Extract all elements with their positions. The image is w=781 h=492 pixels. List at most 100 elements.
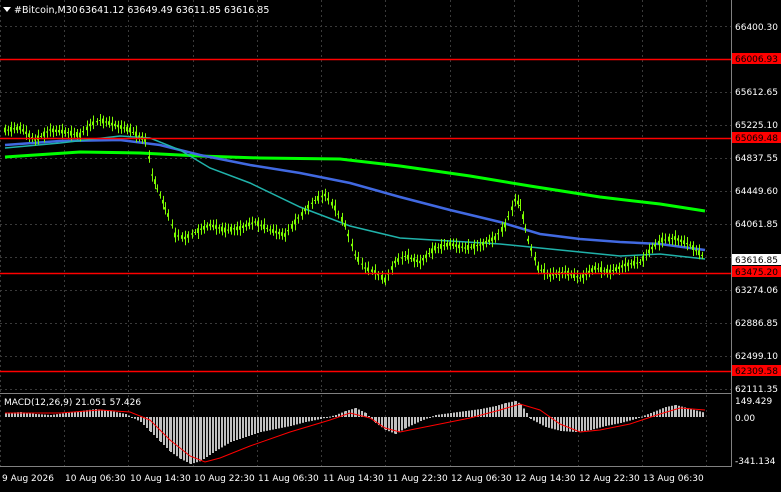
macd-bar: [578, 417, 580, 432]
candle: [651, 246, 653, 250]
candle: [467, 245, 469, 250]
macd-bar: [212, 417, 214, 453]
macd-tick: -341.134: [735, 457, 776, 467]
macd-bar: [523, 408, 525, 417]
macd-bar: [414, 417, 416, 424]
current-price-label: 63616.85: [735, 256, 778, 266]
candle: [114, 123, 116, 127]
macd-bar: [302, 417, 304, 423]
candle: [514, 198, 516, 202]
macd-bar: [545, 417, 547, 427]
macd-bar: [113, 411, 115, 417]
candle: [621, 265, 623, 268]
horizontal-levels[interactable]: [0, 58, 731, 373]
candle: [354, 254, 356, 256]
candle: [677, 238, 679, 241]
macd-bar: [702, 412, 704, 417]
triangle-down-icon[interactable]: [3, 7, 11, 12]
macd-bar: [453, 412, 455, 417]
candle: [381, 274, 383, 280]
candle: [695, 250, 697, 252]
candle: [304, 208, 306, 212]
macd-bar: [671, 405, 673, 417]
candle: [497, 233, 499, 235]
candle: [10, 126, 12, 132]
candle: [218, 227, 220, 229]
macd-bar: [260, 417, 262, 432]
candle: [187, 234, 189, 238]
macd-bar: [501, 404, 503, 417]
macd-bar: [263, 417, 265, 432]
macd-bar: [131, 417, 133, 418]
macd-bar: [5, 413, 7, 417]
candle: [517, 200, 519, 205]
macd-bar: [101, 409, 103, 417]
candle: [260, 225, 262, 227]
level-label: 62309.58: [735, 367, 778, 377]
time-label: 13 Aug 06:30: [643, 474, 704, 484]
candle: [301, 212, 303, 216]
price-chart[interactable]: #Bitcoin,M30 63641.12 63649.49 63611.85 …: [0, 0, 781, 489]
level-label: 65069.48: [735, 134, 778, 144]
macd-bar: [308, 417, 310, 422]
macd-bar: [160, 417, 162, 442]
candle: [297, 217, 299, 219]
macd-bar: [166, 417, 168, 448]
candle: [384, 277, 386, 283]
macd-bar: [602, 417, 604, 427]
price-tick: 62499.10: [735, 352, 778, 362]
time-label: 10 Aug 06:30: [65, 474, 126, 484]
candle: [4, 127, 6, 133]
macd-tick: 149.429: [735, 397, 772, 407]
macd-bar: [239, 417, 241, 439]
macd-bar: [420, 417, 422, 421]
macd-bar: [35, 414, 37, 417]
macd-bar: [641, 416, 643, 418]
candle: [491, 237, 493, 242]
candle: [43, 131, 45, 137]
candle: [275, 230, 277, 234]
macd-bar: [50, 415, 52, 417]
macd-bar: [218, 417, 220, 450]
macd-bar: [417, 417, 419, 423]
macd-bar: [459, 411, 461, 417]
macd-bar: [200, 417, 202, 461]
candle: [397, 258, 399, 262]
candle: [177, 235, 179, 237]
candle: [364, 267, 366, 269]
macd-bar: [186, 417, 188, 462]
candle: [159, 194, 161, 196]
chart-window[interactable]: #Bitcoin,M30 63641.12 63649.49 63611.85 …: [0, 0, 781, 489]
price-tick: 64449.60: [735, 187, 778, 197]
candle: [102, 118, 104, 124]
candle: [269, 229, 271, 231]
macd-bar: [293, 417, 295, 426]
candle: [251, 222, 253, 224]
candle: [46, 131, 48, 133]
candle: [344, 223, 346, 227]
candle: [92, 121, 94, 126]
candle: [200, 228, 202, 230]
macd-bar: [221, 417, 223, 448]
candle: [579, 277, 581, 279]
macd-bar: [74, 411, 76, 417]
macd-bar: [122, 413, 124, 417]
time-label: 11 Aug 22:30: [387, 474, 448, 484]
macd-bar: [193, 417, 195, 464]
macd-bar: [320, 417, 322, 419]
macd-bar: [248, 417, 250, 436]
time-label: 11 Aug 14:30: [323, 474, 384, 484]
macd-bar: [116, 412, 118, 417]
candle: [458, 244, 460, 249]
candle: [618, 266, 620, 269]
macd-bar: [483, 408, 485, 417]
macd-bar: [590, 417, 592, 430]
candle: [461, 246, 463, 248]
macd-bar: [435, 415, 437, 417]
candle: [120, 125, 122, 129]
macd-bar: [296, 417, 298, 425]
candle: [600, 267, 602, 272]
candle: [148, 156, 150, 159]
candle: [321, 196, 323, 198]
candle: [105, 121, 107, 123]
